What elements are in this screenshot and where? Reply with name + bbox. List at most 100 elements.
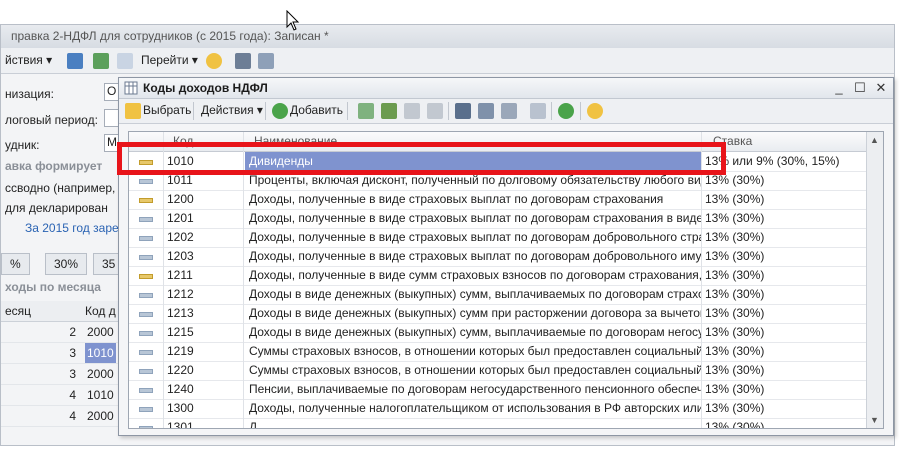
background-toolbar: йствия ▾ Перейти ▾ <box>1 48 894 74</box>
column-divider <box>701 132 702 428</box>
table-row[interactable]: 1201 Доходы, полученные в виде страховых … <box>129 209 866 229</box>
filter-by-value-icon[interactable] <box>478 103 494 119</box>
row-name: Доходы, полученные в виде страховых выпл… <box>249 249 701 263</box>
add-button[interactable]: Добавить <box>290 103 343 117</box>
row-code: 2000 <box>87 325 114 339</box>
filter-icon[interactable] <box>455 103 471 119</box>
row-rate: 13% (30%) <box>705 211 765 225</box>
item-icon <box>139 350 153 355</box>
row-rate: 13% (30%) <box>705 344 765 358</box>
row-rate: 13% (30%) <box>705 420 765 429</box>
edit-icon[interactable] <box>381 103 397 119</box>
row-code: 1211 <box>167 268 193 282</box>
actions-menu[interactable]: Действия ▾ <box>201 103 263 117</box>
minimize-icon[interactable]: _ <box>831 80 847 96</box>
clear-filter-icon[interactable] <box>530 103 546 119</box>
settings-list-icon[interactable] <box>258 53 274 69</box>
label-employee: удник: <box>5 138 40 152</box>
delete-mark-icon[interactable] <box>404 103 420 119</box>
refresh-icon[interactable] <box>558 103 574 119</box>
filter-list-icon[interactable] <box>501 103 517 119</box>
row-rate: 13% (30%) <box>705 192 765 206</box>
scroll-down-icon[interactable]: ▼ <box>870 415 879 425</box>
row-rate: 13% (30%) <box>705 306 765 320</box>
copy-icon[interactable] <box>358 103 374 119</box>
close-icon[interactable]: ✕ <box>873 80 889 96</box>
item-icon <box>139 369 153 374</box>
select-icon[interactable] <box>125 103 141 119</box>
tab-13[interactable]: % <box>1 253 30 275</box>
table-row[interactable]: 1211 Доходы, полученные в виде сумм страх… <box>129 266 866 286</box>
row-month: 3 <box>69 346 76 360</box>
row-code: 1201 <box>167 211 194 225</box>
row-rate: 13% (30%) <box>705 268 765 282</box>
row-code: 1213 <box>167 306 194 320</box>
select-button[interactable]: Выбрать <box>143 103 191 117</box>
table-row[interactable]: 1219 Суммы страховых взносов, в отношении… <box>129 342 866 362</box>
maximize-icon[interactable]: ☐ <box>852 80 868 96</box>
period-link[interactable]: За 2015 год зарег <box>25 221 123 235</box>
tab-30[interactable]: 30% <box>45 253 88 275</box>
background-table: 2 2000 3 1010 3 2000 4 1010 4 2000 <box>1 322 121 427</box>
item-icon <box>139 274 153 279</box>
separator <box>551 102 552 120</box>
row-name: Доходы в виде денежных (выкупных) сумм, … <box>249 325 701 339</box>
save-icon[interactable] <box>93 53 109 69</box>
row-code: 2000 <box>87 409 114 423</box>
help-icon[interactable] <box>587 103 603 119</box>
row-rate: 13% или 9% (30%, 15%) <box>705 154 840 168</box>
row-name: Пенсии, выплачиваемые по договорам негос… <box>249 382 701 396</box>
row-month: 4 <box>69 388 76 402</box>
background-table-row[interactable]: 4 1010 <box>1 385 121 406</box>
column-divider <box>243 132 244 428</box>
table-row[interactable]: 1202 Доходы, полученные в виде страховых … <box>129 228 866 248</box>
table-row[interactable]: 1203 Доходы, полученные в виде страховых … <box>129 247 866 267</box>
separator <box>193 102 194 120</box>
row-name: Доходы, полученные в виде страховых выпл… <box>249 192 664 206</box>
row-rate: 13% (30%) <box>705 249 765 263</box>
table-row[interactable]: 1200 Доходы, полученные в виде страховых … <box>129 190 866 210</box>
item-icon <box>139 255 153 260</box>
item-icon <box>139 293 153 298</box>
row-name: Д... <box>249 420 268 429</box>
help-icon[interactable] <box>206 53 222 69</box>
row-code: 2000 <box>87 367 114 381</box>
table-row[interactable]: 1240 Пенсии, выплачиваемые по договорам н… <box>129 380 866 400</box>
row-code: 1215 <box>167 325 194 339</box>
row-name: Суммы страховых взносов, в отношении кот… <box>249 363 701 377</box>
save-disabled-icon[interactable] <box>427 103 443 119</box>
table-row[interactable]: 1212 Доходы в виде денежных (выкупных) су… <box>129 285 866 305</box>
post-icon[interactable] <box>67 53 83 69</box>
background-table-row[interactable]: 4 2000 <box>1 406 121 427</box>
row-code: 1240 <box>167 382 194 396</box>
column-month: есяц <box>5 304 32 318</box>
row-code: 1300 <box>167 401 194 415</box>
scroll-up-icon[interactable]: ▲ <box>870 135 879 145</box>
label-organization: низация: <box>5 87 54 101</box>
table-row[interactable]: 1215 Доходы в виде денежных (выкупных) су… <box>129 323 866 343</box>
background-table-row[interactable]: 2 2000 <box>1 322 121 343</box>
item-icon <box>139 388 153 393</box>
background-actions-menu[interactable]: йствия ▾ <box>5 53 52 67</box>
row-name: Доходы в виде денежных (выкупных) сумм, … <box>249 287 701 301</box>
note-line-1: ссводно (например, <box>5 181 116 195</box>
dialog-title: Коды доходов НДФЛ <box>143 81 268 95</box>
table-row[interactable]: 1213 Доходы в виде денежных (выкупных) су… <box>129 304 866 324</box>
go-menu[interactable]: Перейти ▾ <box>141 53 198 67</box>
row-code: 1301 <box>167 420 194 429</box>
column-divider <box>163 132 164 428</box>
row-rate: 13% (30%) <box>705 401 765 415</box>
add-icon[interactable] <box>272 103 288 119</box>
list-icon[interactable] <box>235 53 251 69</box>
row-month: 3 <box>69 367 76 381</box>
row-code: 1010 <box>87 388 114 402</box>
background-table-row[interactable]: 3 2000 <box>1 364 121 385</box>
document-icon[interactable] <box>117 53 133 69</box>
vertical-scrollbar[interactable]: ▲ ▼ <box>866 132 883 428</box>
table-row[interactable]: 1220 Суммы страховых взносов, в отношении… <box>129 361 866 381</box>
row-code: 1220 <box>167 363 194 377</box>
table-row[interactable]: 1300 Доходы, полученные налогоплательщико… <box>129 399 866 419</box>
row-rate: 13% (30%) <box>705 287 765 301</box>
background-table-row[interactable]: 3 1010 <box>1 343 121 364</box>
table-row[interactable]: 1301 Д... 13% (30%) <box>129 418 866 429</box>
